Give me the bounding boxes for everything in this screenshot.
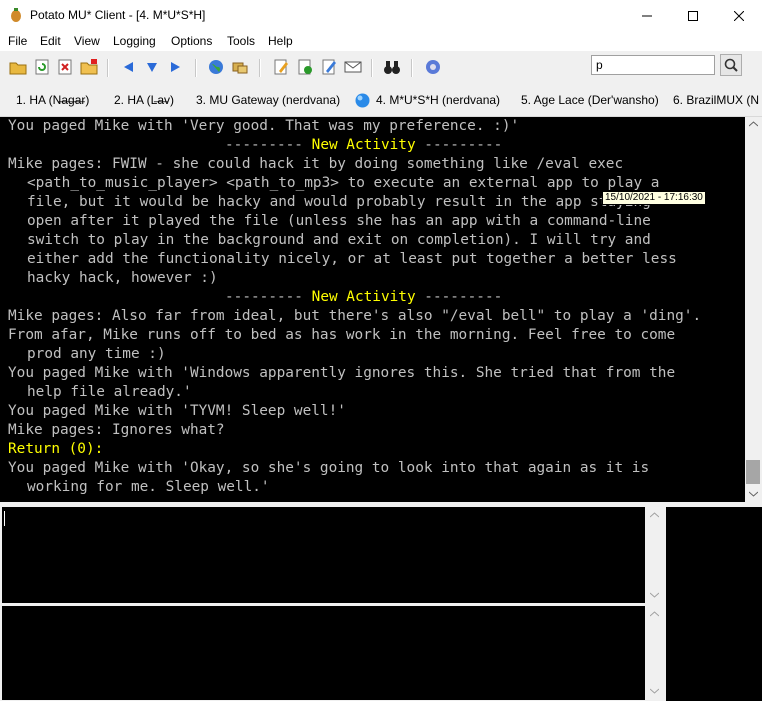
output-line: prod any time :) <box>27 346 166 362</box>
divider-left: --------- <box>225 137 303 153</box>
output-line: Mike pages: FWIW - she could hack it by … <box>8 156 624 172</box>
close-world-icon[interactable] <box>56 58 74 76</box>
search-icon <box>724 58 738 72</box>
divider-right: --------- <box>424 289 503 305</box>
settings-icon[interactable] <box>424 58 442 76</box>
output-line: file, but it would be hacky and would pr… <box>27 194 651 210</box>
output-line: working for me. Sleep well.' <box>27 479 270 495</box>
output-line: You paged Mike with 'Windows apparently … <box>8 365 676 381</box>
maximize-button[interactable] <box>670 0 716 31</box>
toolbar-separator <box>411 59 413 77</box>
output-window: You paged Mike with 'Very good. That was… <box>0 117 745 502</box>
folder-icon[interactable] <box>80 58 98 76</box>
output-line: You paged Mike with 'TYVM! Sleep well!' <box>8 403 346 419</box>
menu-view[interactable]: View <box>74 34 100 48</box>
menu-file[interactable]: File <box>8 34 27 48</box>
timestamp-tooltip: 15/10/2021 - 17:16:30 <box>602 191 706 205</box>
output-line: Mike pages: Ignores what? <box>8 422 225 438</box>
world-tabs: 1. HA (N̶a̶g̶a̶r) 2. HA (L̶a̶v) 3. MU Ga… <box>0 85 762 117</box>
output-line: <path_to_music_player> <path_to_mp3> to … <box>27 175 660 191</box>
tab-world-2[interactable]: 2. HA (L̶a̶v) <box>114 93 174 107</box>
divider-right: --------- <box>424 137 503 153</box>
log-icon[interactable] <box>296 58 314 76</box>
secondary-input-scrollbar[interactable] <box>646 606 663 700</box>
minimize-button[interactable] <box>624 0 670 31</box>
output-line: either add the functionality nicely, or … <box>27 251 677 267</box>
menu-logging[interactable]: Logging <box>113 34 156 48</box>
notes-icon[interactable] <box>320 58 338 76</box>
menu-tools[interactable]: Tools <box>227 34 255 48</box>
output-scrollbar[interactable] <box>745 117 762 502</box>
tab-world-4[interactable]: 4. M*U*S*H (nerdvana) <box>376 93 500 107</box>
new-activity-label: New Activity <box>311 137 416 153</box>
toolbar-separator <box>371 59 373 77</box>
window-title: Potato MU* Client - [4. M*U*S*H] <box>30 8 206 22</box>
menu-options[interactable]: Options <box>171 34 212 48</box>
menu-edit[interactable]: Edit <box>40 34 61 48</box>
menu-help[interactable]: Help <box>268 34 293 48</box>
active-world-icon <box>355 93 370 108</box>
binoculars-icon[interactable] <box>383 58 401 76</box>
globe-icon[interactable] <box>207 58 225 76</box>
output-scroll-thumb[interactable] <box>746 460 760 484</box>
open-folder-icon[interactable] <box>9 58 27 76</box>
forward-arrow-icon[interactable] <box>167 58 185 76</box>
scroll-up-icon[interactable] <box>650 512 659 518</box>
output-line: hacky hack, however :) <box>27 270 218 286</box>
tab-world-5[interactable]: 5. Age Lace (Der'wansho) <box>521 93 659 107</box>
connect-icon[interactable] <box>231 58 249 76</box>
side-panel <box>666 507 762 701</box>
potato-app-icon <box>11 8 21 22</box>
toolbar-separator <box>195 59 197 77</box>
divider-left: --------- <box>225 289 303 305</box>
return-line: Return (0): <box>8 441 104 457</box>
search-input[interactable]: p <box>591 55 715 75</box>
tab-world-6[interactable]: 6. BrazilMUX (N <box>673 93 759 107</box>
mail-icon[interactable] <box>344 58 362 76</box>
close-button[interactable] <box>716 0 762 31</box>
search-button[interactable] <box>720 54 742 76</box>
tab-world-3[interactable]: 3. MU Gateway (nerdvana) <box>196 93 340 107</box>
toolbar-separator <box>259 59 261 77</box>
edit-icon[interactable] <box>272 58 290 76</box>
down-arrow-icon[interactable] <box>143 58 161 76</box>
scroll-down-icon[interactable] <box>650 688 659 694</box>
menu-bar: File Edit View Logging Options Tools Hel… <box>0 31 762 51</box>
output-line: switch to play in the background and exi… <box>27 232 651 248</box>
command-input[interactable] <box>2 507 645 603</box>
output-line: From afar, Mike runs off to bed as has w… <box>8 327 676 343</box>
title-bar: Potato MU* Client - [4. M*U*S*H] <box>0 0 762 31</box>
command-input-scrollbar[interactable] <box>646 507 663 603</box>
close-icon <box>734 10 744 21</box>
tab-world-1[interactable]: 1. HA (N̶a̶g̶a̶r) <box>16 93 89 107</box>
output-line: help file already.' <box>27 384 192 400</box>
scroll-down-icon[interactable] <box>749 491 758 497</box>
text-caret <box>4 511 5 526</box>
secondary-input[interactable] <box>2 606 645 700</box>
maximize-icon <box>688 10 698 21</box>
scroll-down-icon[interactable] <box>650 592 659 598</box>
output-line: You paged Mike with 'Okay, so she's goin… <box>8 460 650 476</box>
toolbar-separator <box>107 59 109 77</box>
scroll-up-icon[interactable] <box>650 611 659 617</box>
new-activity-divider: --------- New Activity --------- <box>225 288 502 307</box>
scroll-up-icon[interactable] <box>749 121 758 127</box>
refresh-icon[interactable] <box>33 58 51 76</box>
back-arrow-icon[interactable] <box>119 58 137 76</box>
output-line: open after it played the file (unless sh… <box>27 213 651 229</box>
output-line: You paged Mike with 'Very good. That was… <box>8 118 520 134</box>
minimize-icon <box>642 15 652 16</box>
new-activity-label: New Activity <box>311 289 416 305</box>
new-activity-divider: --------- New Activity --------- <box>225 136 502 155</box>
output-line: Mike pages: Also far from ideal, but the… <box>8 308 702 324</box>
